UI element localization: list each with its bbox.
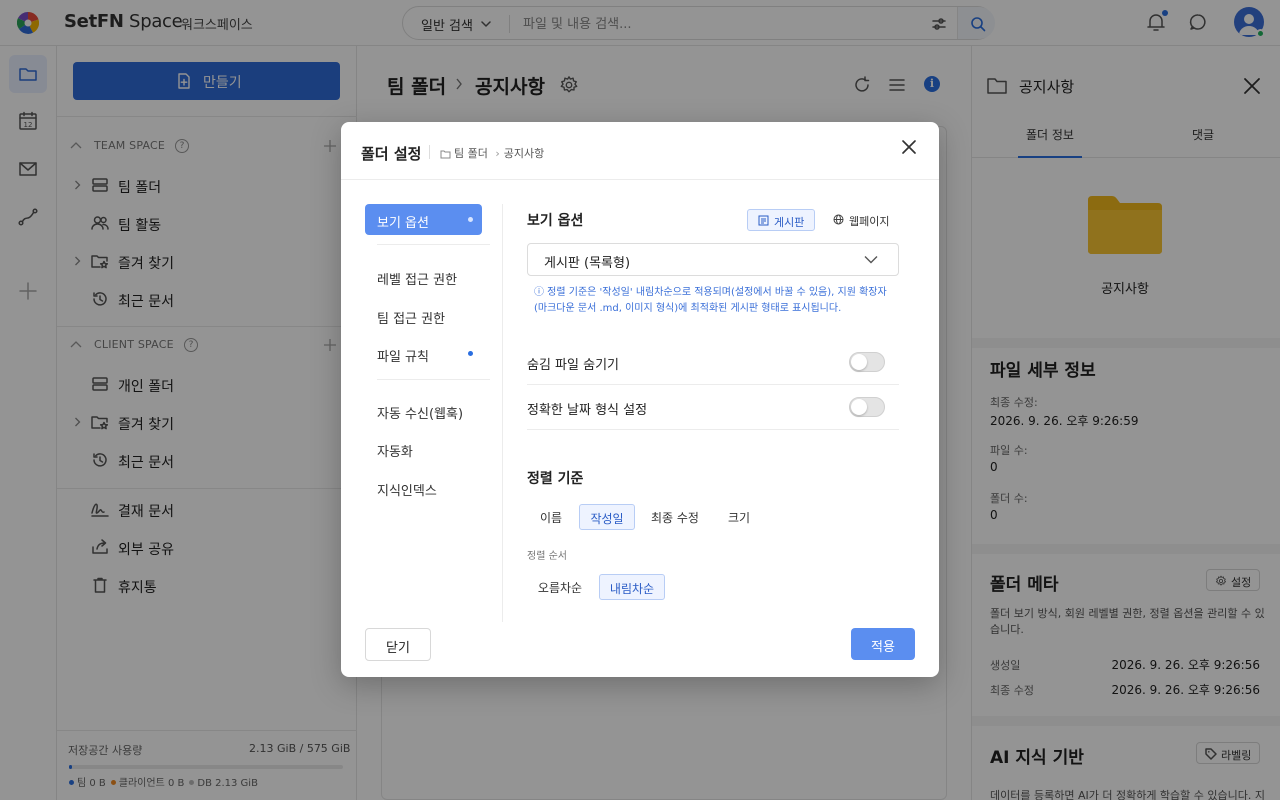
view-options-note: ⓘ 정렬 기준은 '작성일' 내림차순으로 적용되며(설정에서 바꿀 수 있음)… bbox=[534, 287, 887, 314]
dialog-breadcrumb-team-folder: 팀 폴더 bbox=[454, 147, 488, 160]
settings-nav-item[interactable]: 보기 옵션 bbox=[365, 204, 482, 235]
status-dot bbox=[468, 217, 473, 222]
close-button[interactable]: 닫기 bbox=[365, 628, 431, 661]
divider bbox=[502, 204, 503, 622]
settings-nav-label: 보기 옵션 bbox=[377, 216, 429, 231]
view-options-title: 보기 옵션 bbox=[527, 213, 584, 229]
close-icon[interactable] bbox=[900, 138, 918, 156]
settings-nav-item[interactable]: 자동화 bbox=[365, 433, 482, 464]
settings-nav-label: 자동화 bbox=[377, 445, 413, 460]
settings-nav-item[interactable]: 팀 접근 권한 bbox=[365, 300, 482, 331]
toggle-label: 숨김 파일 숨기기 bbox=[527, 358, 619, 373]
toggle-knob bbox=[851, 399, 867, 415]
apply-button[interactable]: 적용 bbox=[851, 628, 915, 660]
settings-nav-item[interactable]: 자동 수신(웹훅) bbox=[365, 395, 482, 426]
sort-option[interactable]: 최종 수정 bbox=[643, 504, 707, 530]
sort-option[interactable]: 작성일 bbox=[579, 504, 635, 530]
folder-settings-dialog: 폴더 설정 팀 폴더 › 공지사항 보기 옵션 게시판 웹페이지 게시판 (목록형… bbox=[341, 122, 939, 677]
toggle-row: 숨김 파일 숨기기 bbox=[527, 340, 899, 385]
dialog-breadcrumb: 팀 폴더 › 공지사항 bbox=[440, 145, 544, 161]
sort-option[interactable]: 크기 bbox=[721, 504, 757, 530]
mode-board-button[interactable]: 게시판 bbox=[747, 209, 815, 231]
dialog-breadcrumb-current: 공지사항 bbox=[503, 147, 545, 160]
sort-order-option[interactable]: 오름차순 bbox=[529, 574, 591, 600]
folder-icon bbox=[440, 150, 451, 159]
sort-title: 정렬 기준 bbox=[527, 471, 584, 487]
view-type-value: 게시판 (목록형) bbox=[544, 256, 631, 271]
toggle-row: 정확한 날짜 형식 설정 bbox=[527, 385, 899, 430]
divider bbox=[341, 179, 939, 180]
divider bbox=[377, 379, 490, 380]
sort-order-option[interactable]: 내림차순 bbox=[599, 574, 665, 600]
sort-order-label: 정렬 순서 bbox=[527, 551, 567, 562]
view-type-select[interactable]: 게시판 (목록형) bbox=[527, 243, 899, 276]
board-icon bbox=[758, 215, 769, 226]
toggle-label: 정확한 날짜 형식 설정 bbox=[527, 403, 648, 418]
globe-icon bbox=[833, 214, 844, 225]
mode-board-label: 게시판 bbox=[774, 216, 805, 229]
toggle-knob bbox=[851, 354, 867, 370]
settings-nav-item[interactable]: 레벨 접근 권한 bbox=[365, 261, 482, 292]
sort-option[interactable]: 이름 bbox=[529, 504, 573, 530]
settings-nav-item[interactable]: 파일 규칙 bbox=[365, 338, 482, 369]
settings-nav-label: 자동 수신(웹훅) bbox=[377, 407, 464, 422]
settings-nav-label: 지식인덱스 bbox=[377, 484, 437, 499]
breadcrumb-separator: › bbox=[495, 147, 500, 160]
mode-webpage-label: 웹페이지 bbox=[849, 215, 890, 228]
settings-nav-label: 파일 규칙 bbox=[377, 350, 429, 365]
divider bbox=[377, 244, 490, 245]
settings-nav-label: 팀 접근 권한 bbox=[377, 312, 446, 327]
settings-nav-label: 레벨 접근 권한 bbox=[377, 273, 458, 288]
mode-webpage-button[interactable]: 웹페이지 bbox=[831, 209, 889, 231]
divider bbox=[429, 145, 430, 159]
settings-nav-item[interactable]: 지식인덱스 bbox=[365, 472, 482, 503]
chevron-down-icon bbox=[864, 256, 878, 264]
toggle-switch[interactable] bbox=[849, 397, 885, 417]
toggle-switch[interactable] bbox=[849, 352, 885, 372]
status-dot bbox=[468, 351, 473, 356]
dialog-title: 폴더 설정 bbox=[361, 145, 422, 163]
